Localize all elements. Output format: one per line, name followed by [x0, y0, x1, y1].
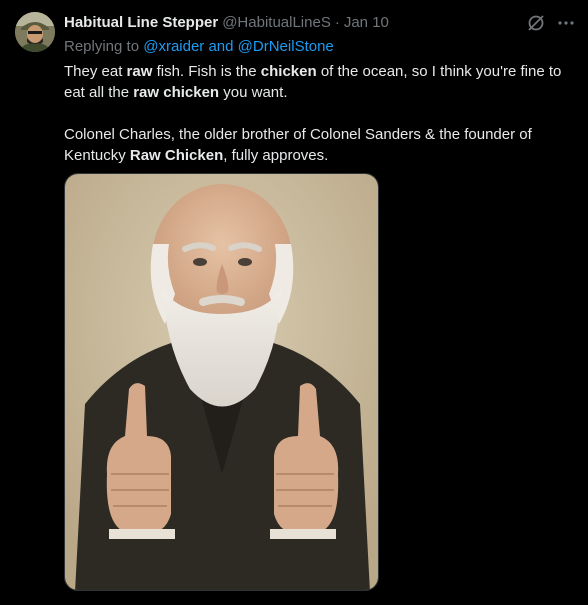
text-segment: They eat [64, 63, 127, 80]
bold-text: raw [126, 63, 153, 80]
tweet-paragraph-2: Colonel Charles, the older brother of Co… [64, 124, 576, 166]
text-segment: fish. Fish is the [152, 63, 261, 80]
header-actions [526, 12, 576, 34]
more-options-icon[interactable] [556, 13, 576, 33]
avatar-photo-icon [15, 12, 55, 52]
separator-dot: · [334, 13, 340, 31]
avatar[interactable] [15, 12, 55, 52]
author-display-name[interactable]: Habitual Line Stepper [64, 14, 218, 31]
tweet-date[interactable]: Jan 10 [344, 14, 389, 31]
replying-to: Replying to @xraider and @DrNeilStone [64, 37, 576, 57]
mention-drneilstone[interactable]: @DrNeilStone [238, 38, 334, 55]
mention-xraider[interactable]: @xraider [143, 38, 204, 55]
grok-icon[interactable] [526, 13, 546, 33]
tweet-paragraph-1: They eat raw fish. Fish is the chicken o… [64, 61, 576, 103]
author-handle[interactable]: @HabitualLineS [222, 14, 331, 31]
text-segment: you want. [219, 84, 288, 101]
tweet[interactable]: Habitual Line Stepper @HabitualLineS · J… [0, 0, 588, 605]
tweet-content: Habitual Line Stepper @HabitualLineS · J… [64, 12, 576, 166]
text-segment: , fully approves. [223, 147, 329, 164]
mention-joiner[interactable]: and [204, 38, 237, 55]
bold-text: Raw Chicken [129, 147, 224, 164]
bold-text: chicken [260, 63, 317, 80]
tweet-media-image[interactable] [64, 173, 379, 591]
tweet-text: They eat raw fish. Fish is the chicken o… [64, 61, 576, 166]
tweet-header: Habitual Line Stepper @HabitualLineS · J… [64, 12, 576, 32]
replying-to-label: Replying to [64, 38, 144, 55]
bearded-man-thumbs-up-image [65, 174, 378, 590]
bold-text: raw chicken [133, 84, 220, 101]
